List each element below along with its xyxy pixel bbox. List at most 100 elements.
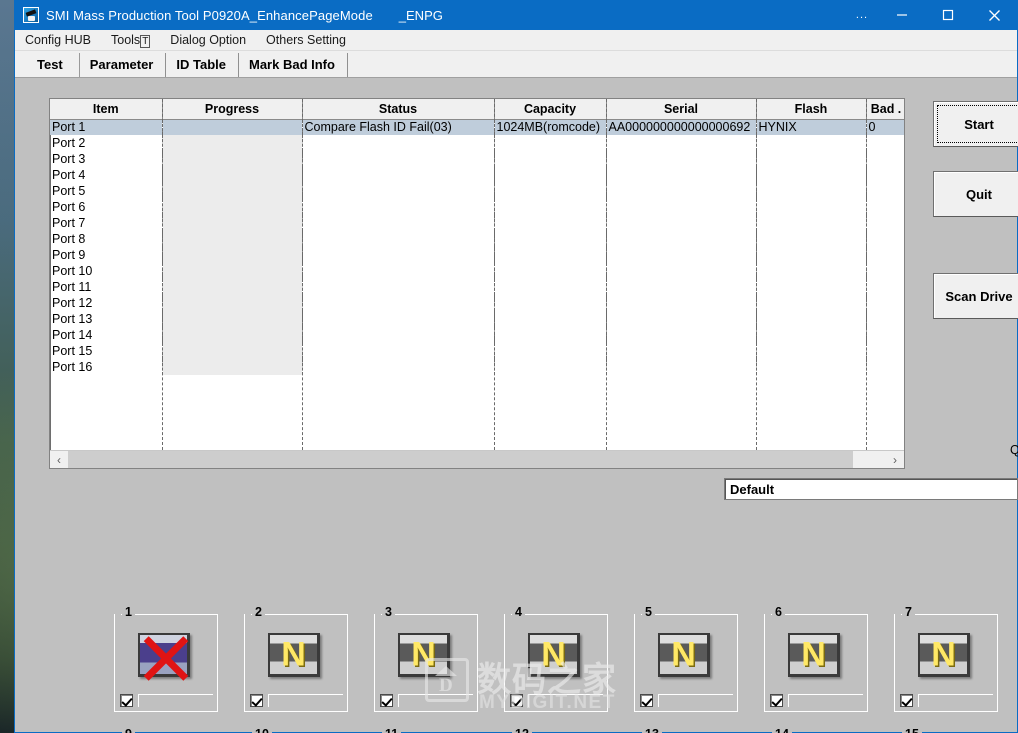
more-options-button[interactable]: ... — [845, 0, 879, 30]
col-progress[interactable]: Progress — [162, 99, 303, 120]
cell-flash — [756, 343, 867, 359]
cell-serial — [606, 231, 757, 247]
drive-normal-icon: N — [918, 633, 974, 681]
port-tile-number: 3 — [382, 606, 395, 619]
close-icon[interactable] — [971, 0, 1017, 30]
tile-inner-divider — [788, 694, 863, 707]
port-tile[interactable]: 4N — [504, 606, 608, 712]
cell-progress — [162, 343, 303, 359]
col-capacity[interactable]: Capacity — [494, 99, 607, 120]
table-row[interactable]: Port 15 — [50, 343, 904, 359]
preset-combo-value: Default — [730, 481, 775, 497]
drive-body-icon: N — [268, 633, 320, 677]
preset-combo-box[interactable]: Default — [724, 478, 1018, 500]
cell-item: Port 2 — [50, 135, 163, 151]
table-row[interactable]: Port 8 — [50, 231, 904, 247]
table-row[interactable]: Port 16 — [50, 359, 904, 375]
grid-divider — [162, 99, 163, 450]
cell-progress — [162, 231, 303, 247]
minimize-icon[interactable] — [879, 0, 925, 30]
table-row[interactable]: Port 6 — [50, 199, 904, 215]
port-tile[interactable]: 6N — [764, 606, 868, 712]
drive-body-icon: N — [658, 633, 710, 677]
tile-inner-divider — [918, 694, 993, 707]
table-row[interactable]: Port 1 Compare Flash ID Fail(03) 1024MB(ro… — [50, 119, 904, 135]
scrollbar-track[interactable] — [68, 451, 886, 468]
col-bad[interactable]: Bad . — [866, 99, 904, 120]
table-row[interactable]: Port 4 — [50, 167, 904, 183]
port-enable-checkbox[interactable] — [770, 694, 783, 707]
menu-item-dialog-option[interactable]: Dialog Option — [170, 33, 246, 47]
table-row[interactable]: Port 10 — [50, 263, 904, 279]
port-tile[interactable]: 1 — [114, 606, 218, 712]
port-enable-checkbox[interactable] — [120, 694, 133, 707]
port-tile-number: 6 — [772, 606, 785, 619]
table-row[interactable]: Port 11 — [50, 279, 904, 295]
col-status[interactable]: Status — [302, 99, 495, 120]
menu-label: Tools — [111, 33, 141, 47]
table-row[interactable]: Port 3 — [50, 151, 904, 167]
cell-flash — [756, 231, 867, 247]
table-row[interactable]: Port 2 — [50, 135, 904, 151]
tab-test[interactable]: Test — [23, 53, 80, 77]
tab-id-table[interactable]: ID Table — [166, 53, 239, 77]
drive-body-icon: N — [528, 633, 580, 677]
grid-divider — [494, 99, 495, 450]
table-row[interactable]: Port 14 — [50, 327, 904, 343]
cell-item: Port 16 — [50, 359, 163, 375]
port-enable-checkbox[interactable] — [900, 694, 913, 707]
menu-item-config-hub[interactable]: Config HUB — [25, 33, 91, 47]
tab-parameter[interactable]: Parameter — [79, 53, 167, 77]
port-tile[interactable]: 3N — [374, 606, 478, 712]
tile-inner-divider — [528, 694, 603, 707]
port-enable-checkbox[interactable] — [380, 694, 393, 707]
cell-bad — [866, 231, 904, 247]
cell-capacity — [494, 167, 607, 183]
tab-mark-bad-info[interactable]: Mark Bad Info — [238, 53, 348, 77]
col-serial[interactable]: Serial — [606, 99, 757, 120]
cell-status — [302, 247, 495, 263]
scrollbar-thumb[interactable] — [68, 451, 854, 468]
cell-serial — [606, 135, 757, 151]
cell-progress — [162, 135, 303, 151]
tile-inner-divider — [658, 694, 733, 707]
quit-button[interactable]: Quit — [933, 171, 1018, 217]
tile-border-gap — [245, 614, 251, 616]
drive-normal-icon: N — [398, 633, 454, 681]
cell-capacity — [494, 295, 607, 311]
port-tile[interactable]: 2N — [244, 606, 348, 712]
start-button[interactable]: Start — [933, 101, 1018, 147]
table-row[interactable]: Port 5 — [50, 183, 904, 199]
cell-serial — [606, 199, 757, 215]
port-tile[interactable]: 5N — [634, 606, 738, 712]
cell-status — [302, 359, 495, 375]
tile-border-gap — [765, 614, 771, 616]
port-enable-checkbox[interactable] — [250, 694, 263, 707]
cell-serial: AA000000000000000692 — [606, 119, 757, 135]
cell-status — [302, 279, 495, 295]
port-enable-checkbox[interactable] — [510, 694, 523, 707]
cell-progress — [162, 359, 303, 375]
scroll-left-arrow-icon[interactable]: ‹ — [50, 451, 68, 468]
menu-bar: Config HUB Tools T Dialog Option Others S… — [15, 30, 1017, 51]
menu-item-tools[interactable]: Tools T — [111, 33, 151, 48]
menu-item-others-setting[interactable]: Others Setting — [266, 33, 346, 47]
tile-border-gap — [375, 614, 381, 616]
cell-flash — [756, 199, 867, 215]
tile-inner-divider — [268, 694, 343, 707]
cell-item: Port 6 — [50, 199, 163, 215]
table-row[interactable]: Port 7 — [50, 215, 904, 231]
cell-status: Compare Flash ID Fail(03) — [302, 119, 495, 135]
scan-drive-button[interactable]: Scan Drive — [933, 273, 1018, 319]
maximize-icon[interactable] — [925, 0, 971, 30]
table-row[interactable]: Port 9 — [50, 247, 904, 263]
horizontal-scrollbar[interactable]: ‹ › — [50, 450, 904, 468]
table-row[interactable]: Port 12 — [50, 295, 904, 311]
scroll-right-arrow-icon[interactable]: › — [886, 451, 904, 468]
cell-capacity — [494, 151, 607, 167]
port-enable-checkbox[interactable] — [640, 694, 653, 707]
table-row[interactable]: Port 13 — [50, 311, 904, 327]
col-flash[interactable]: Flash — [756, 99, 867, 120]
col-item[interactable]: Item — [50, 99, 163, 120]
port-tile[interactable]: 7N — [894, 606, 998, 712]
